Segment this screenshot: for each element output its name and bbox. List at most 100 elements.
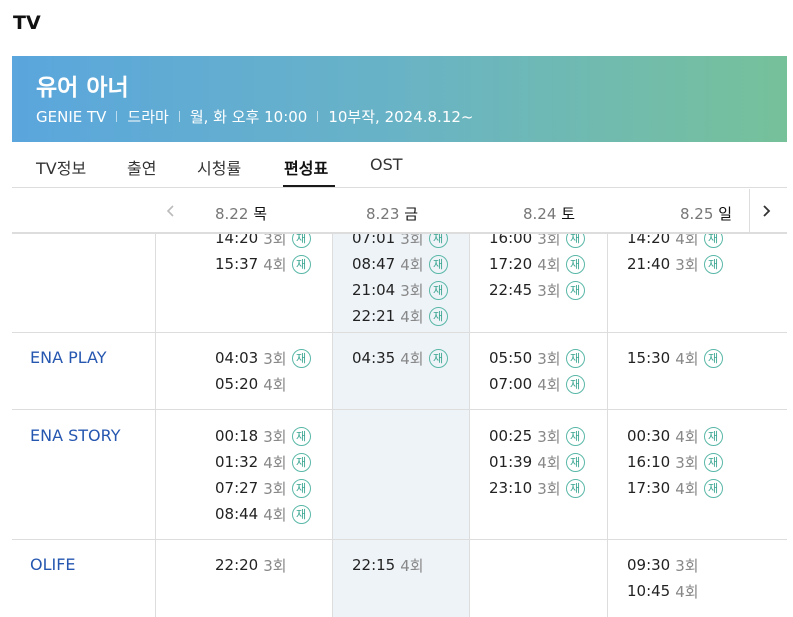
show-title[interactable]: 유어 아너 xyxy=(36,68,129,102)
rerun-badge-icon: 재 xyxy=(703,254,723,274)
channel-name[interactable]: OLIFE xyxy=(30,555,76,574)
slot-episode: 4회 xyxy=(263,255,287,274)
slot-time: 15:30 xyxy=(627,349,671,367)
schedule-slot: 07:27 3회 재 xyxy=(215,477,311,499)
date-col-1: 8.22 목 xyxy=(215,203,267,224)
slot-time: 09:30 xyxy=(627,556,671,574)
rerun-badge-icon: 재 xyxy=(291,452,311,472)
slot-time: 05:50 xyxy=(489,349,533,367)
slot-episode: 3회 xyxy=(675,556,699,575)
meta-divider xyxy=(317,111,319,122)
meta-genre: 드라마 xyxy=(127,108,169,126)
slot-episode: 3회 xyxy=(537,281,561,300)
slot-time: 21:04 xyxy=(352,281,396,299)
slot-time: 07:00 xyxy=(489,375,533,393)
tab-ratings[interactable]: 시청률 xyxy=(197,155,241,179)
slot-time: 05:20 xyxy=(215,375,259,393)
schedule-slot: 10:45 4회 xyxy=(627,580,699,602)
show-header: 유어 아너 GENIE TV 드라마 월, 화 오후 10:00 10부작, 2… xyxy=(12,56,787,142)
slot-episode: 4회 xyxy=(263,453,287,472)
meta-episodes: 10부작, 2024.8.12~ xyxy=(328,108,474,126)
rerun-badge-icon: 재 xyxy=(291,254,311,274)
slot-episode: 4회 xyxy=(400,349,424,368)
schedule-slot: 01:32 4회 재 xyxy=(215,451,311,473)
slot-time: 15:37 xyxy=(215,255,259,273)
schedule-slot: 05:50 3회 재 xyxy=(489,347,585,369)
rerun-badge-icon: 재 xyxy=(565,348,585,368)
meta-divider xyxy=(116,111,118,122)
slot-time: 01:39 xyxy=(489,453,533,471)
rerun-badge-icon: 재 xyxy=(565,254,585,274)
schedule-slot: 16:00 3회 재 xyxy=(489,233,585,249)
schedule-slot: 23:10 3회 재 xyxy=(489,477,585,499)
rerun-badge-icon: 재 xyxy=(565,374,585,394)
schedule-slot: 04:03 3회 재 xyxy=(215,347,311,369)
weekday-text: 토 xyxy=(561,205,575,223)
slot-time: 08:44 xyxy=(215,505,259,523)
slot-episode: 3회 xyxy=(400,233,424,248)
row-divider xyxy=(12,409,787,410)
slot-time: 22:15 xyxy=(352,556,396,574)
date-col-3: 8.24 토 xyxy=(523,203,575,224)
slot-episode: 4회 xyxy=(675,233,699,248)
meta-broadcaster[interactable]: GENIE TV xyxy=(36,108,106,126)
date-col-4: 8.25 일 xyxy=(680,203,732,224)
slot-time: 04:03 xyxy=(215,349,259,367)
schedule-slot: 07:00 4회 재 xyxy=(489,373,585,395)
column-divider xyxy=(155,234,156,617)
schedule-slot: 22:20 3회 xyxy=(215,554,287,576)
slot-time: 17:20 xyxy=(489,255,533,273)
tab-cast[interactable]: 출연 xyxy=(127,155,156,179)
tab-ost[interactable]: OST xyxy=(370,155,403,174)
slot-time: 16:00 xyxy=(489,233,533,247)
rerun-badge-icon: 재 xyxy=(565,234,585,248)
show-meta: GENIE TV 드라마 월, 화 오후 10:00 10부작, 2024.8.… xyxy=(36,106,473,127)
prev-date-button[interactable] xyxy=(155,189,187,233)
slot-time: 23:10 xyxy=(489,479,533,497)
rerun-badge-icon: 재 xyxy=(428,280,448,300)
slot-time: 22:20 xyxy=(215,556,259,574)
next-date-button[interactable] xyxy=(749,189,781,233)
rerun-badge-icon: 재 xyxy=(428,348,448,368)
schedule-slot: 22:21 4회 재 xyxy=(352,305,448,327)
slot-episode: 4회 xyxy=(675,427,699,446)
slot-time: 01:32 xyxy=(215,453,259,471)
weekday-text: 목 xyxy=(253,205,267,223)
date-col-2: 8.23 금 xyxy=(366,203,418,224)
slot-time: 04:35 xyxy=(352,349,396,367)
row-divider xyxy=(12,332,787,333)
schedule-slot: 21:04 3회 재 xyxy=(352,279,448,301)
weekday-text: 일 xyxy=(718,205,732,223)
slot-episode: 4회 xyxy=(675,582,699,601)
rerun-badge-icon: 재 xyxy=(565,426,585,446)
slot-episode: 4회 xyxy=(263,375,287,394)
column-divider xyxy=(607,234,608,617)
slot-episode: 3회 xyxy=(263,556,287,575)
slot-episode: 4회 xyxy=(537,375,561,394)
meta-divider xyxy=(178,111,180,122)
channel-name[interactable]: ENA STORY xyxy=(30,426,121,445)
tab-tv-info[interactable]: TV정보 xyxy=(36,155,86,179)
row-divider xyxy=(12,539,787,540)
schedule-slot: 00:30 4회 재 xyxy=(627,425,723,447)
schedule-slot: 08:47 4회 재 xyxy=(352,253,448,275)
slot-episode: 4회 xyxy=(263,505,287,524)
slot-time: 14:20 xyxy=(627,233,671,247)
tab-schedule[interactable]: 편성표 xyxy=(284,155,328,179)
rerun-badge-icon: 재 xyxy=(703,426,723,446)
schedule-slot: 15:37 4회 재 xyxy=(215,253,311,275)
slot-time: 00:30 xyxy=(627,427,671,445)
rerun-badge-icon: 재 xyxy=(703,478,723,498)
slot-episode: 4회 xyxy=(675,349,699,368)
date-text: 8.22 xyxy=(215,205,249,223)
slot-episode: 3회 xyxy=(537,233,561,248)
column-divider xyxy=(469,234,470,617)
schedule-grid[interactable]: 14:20 3회 재 15:37 4회 재 07:01 3회 재 08:47 4회 재 21:04 3회 재… xyxy=(12,233,787,617)
date-text: 8.25 xyxy=(680,205,714,223)
channel-name[interactable]: ENA PLAY xyxy=(30,348,107,367)
slot-episode: 3회 xyxy=(537,427,561,446)
schedule-slot: 08:44 4회 재 xyxy=(215,503,311,525)
weekday-text: 금 xyxy=(404,205,418,223)
slot-episode: 3회 xyxy=(537,349,561,368)
date-text: 8.23 xyxy=(366,205,400,223)
